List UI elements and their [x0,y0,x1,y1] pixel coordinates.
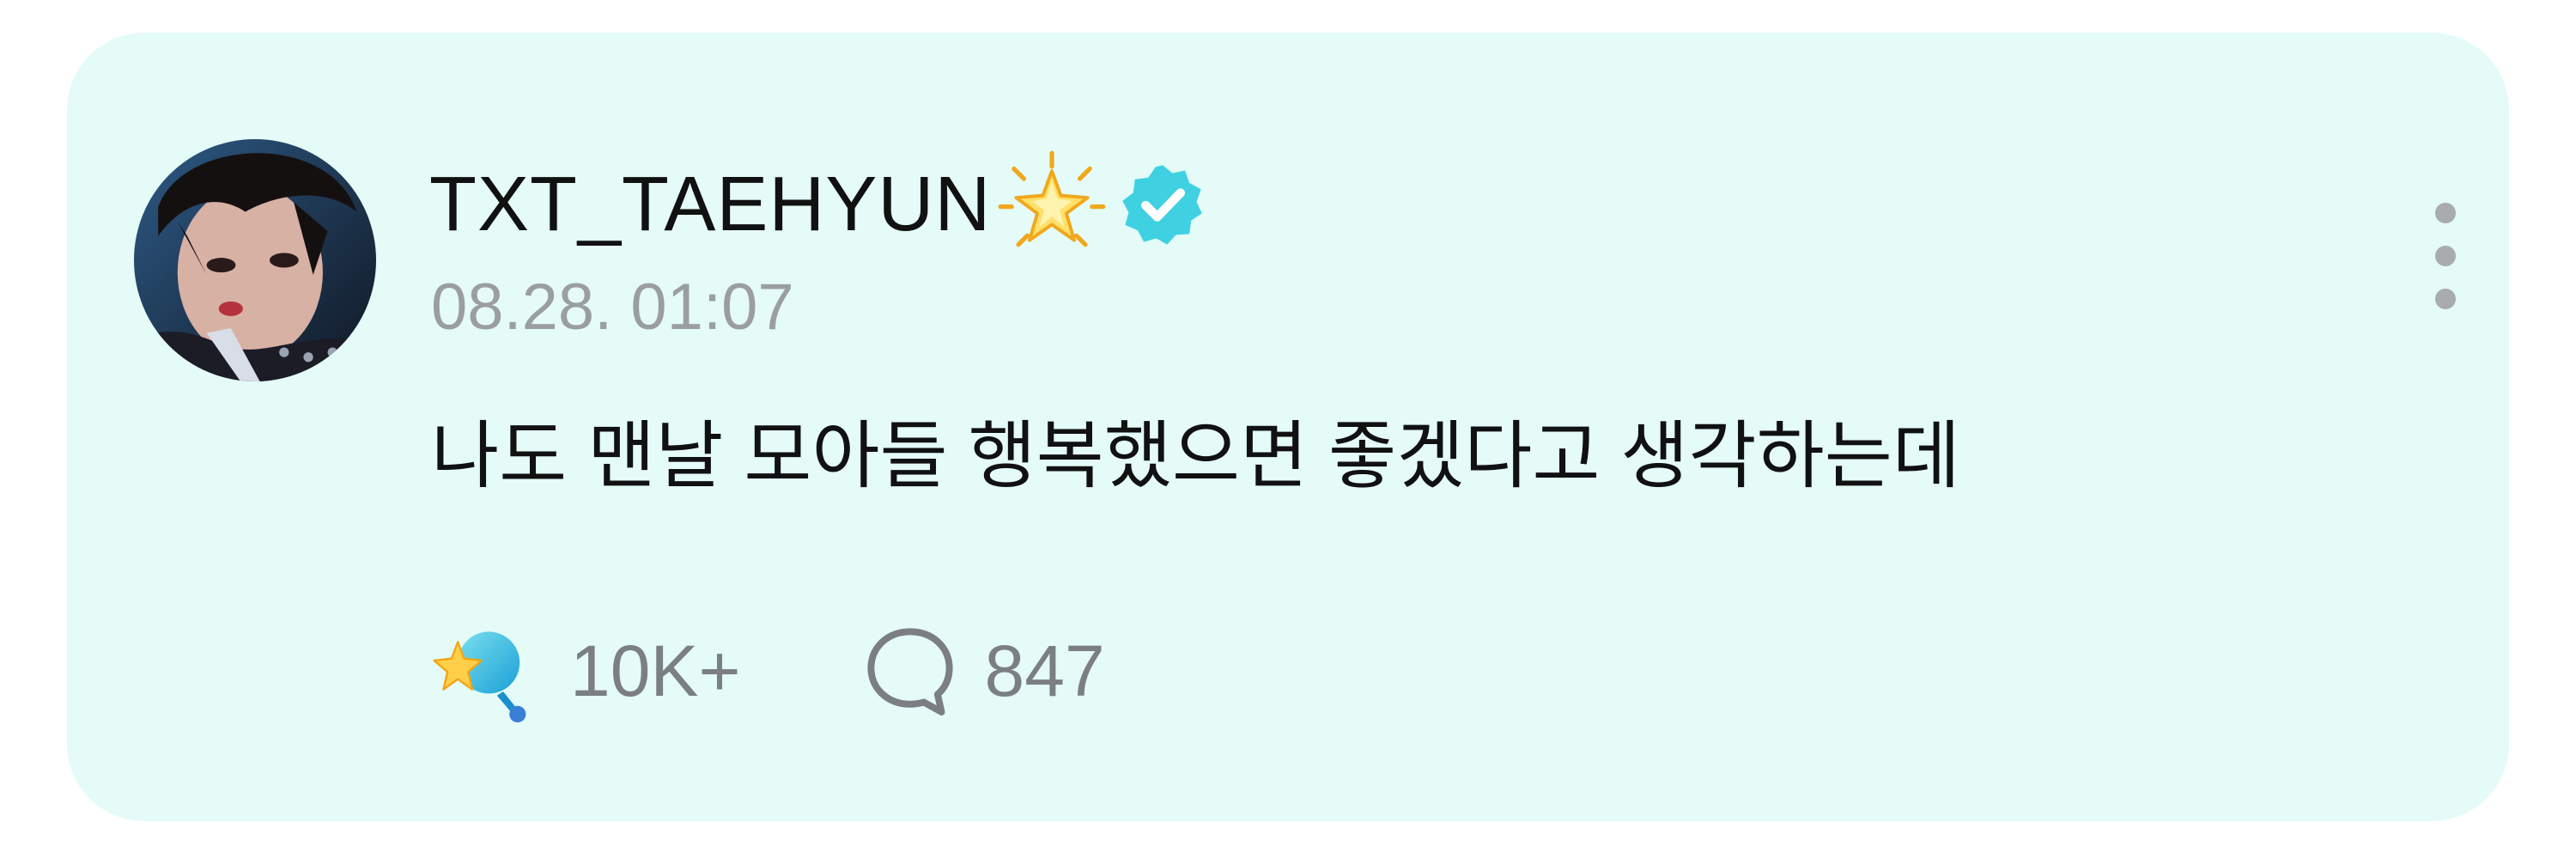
more-dot [2435,289,2456,309]
like-count: 10K+ [570,631,741,711]
post-card: TXT_TAEHYUN 08.28. 01:07 나도 맨날 모아들 행복했으면… [67,33,2509,821]
username[interactable]: TXT_TAEHYUN [429,166,991,243]
verified-check-icon [1122,165,1203,245]
reaction-bar: 10K+ 847 [431,615,1105,727]
more-dot [2435,246,2456,266]
sparkle-star-icon [999,150,1106,247]
comment-bubble-icon[interactable] [861,622,959,720]
more-options-icon[interactable] [2427,203,2461,309]
post-header: TXT_TAEHYUN [429,150,1207,256]
more-dot [2435,203,2456,223]
avatar-photo [134,139,376,381]
sparkle-like-icon[interactable] [431,619,534,722]
comment-count: 847 [984,631,1105,711]
avatar[interactable] [134,139,376,381]
post-text: 나도 맨날 모아들 행복했으면 좋겠다고 생각하는데 [431,415,1960,497]
post-timestamp: 08.28. 01:07 [431,271,794,344]
